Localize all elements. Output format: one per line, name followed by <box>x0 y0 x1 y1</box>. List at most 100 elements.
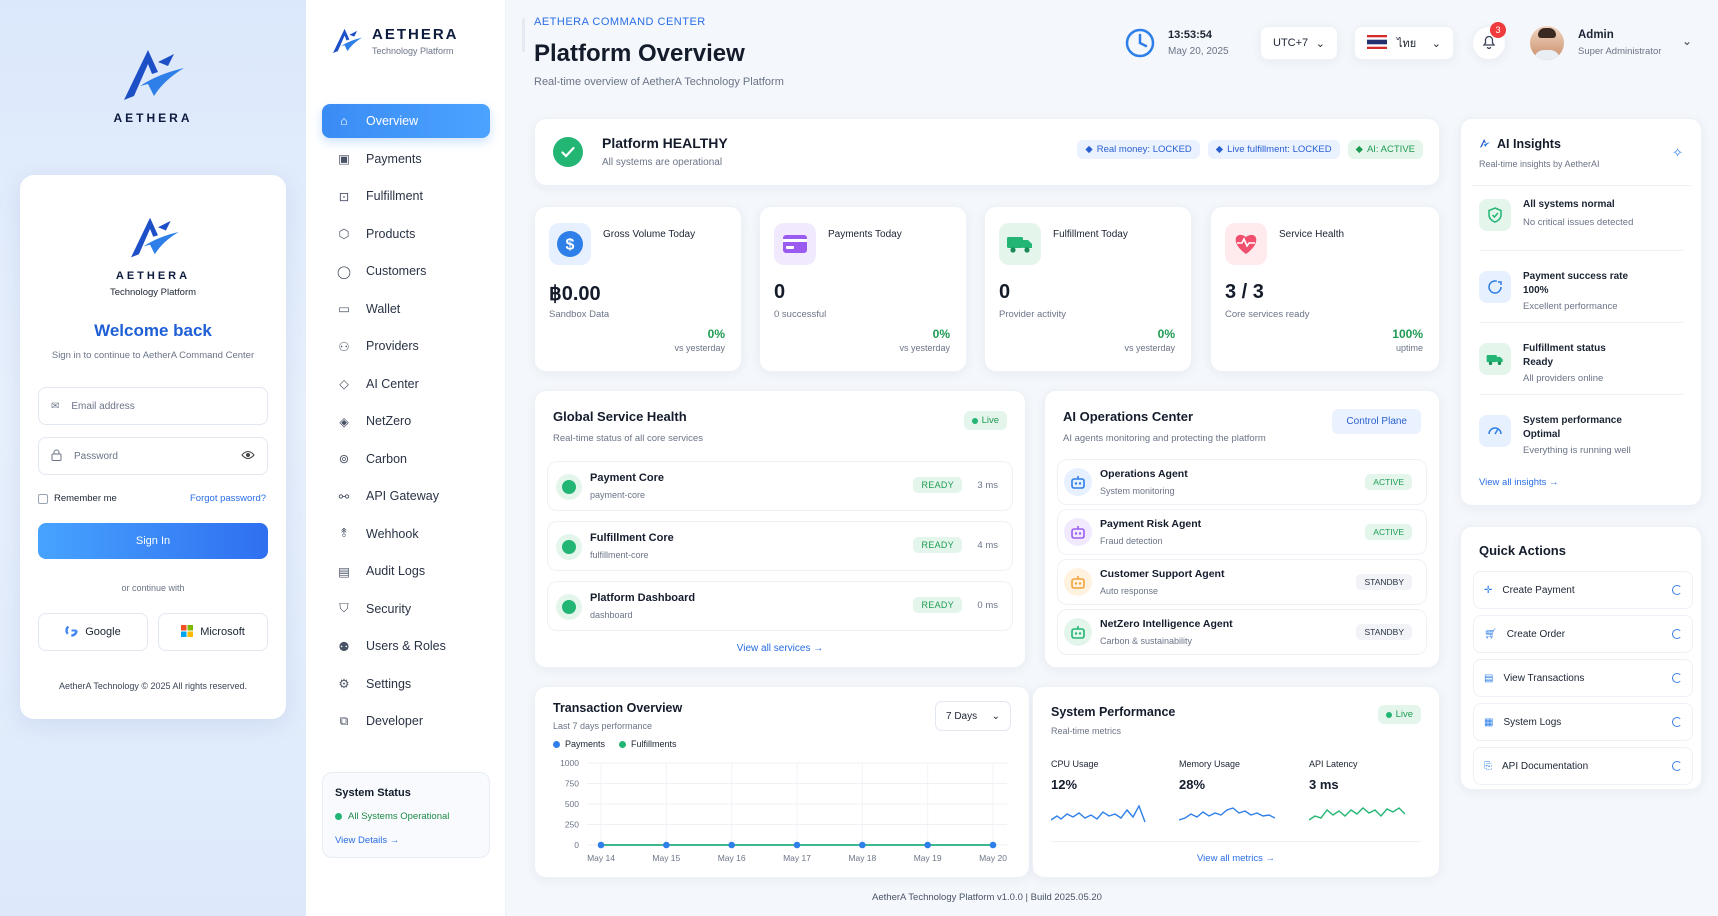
sidebar-item-payments[interactable]: ▣ Payments <box>322 142 490 176</box>
sidebar-item-developer[interactable]: ⧉ Developer <box>322 704 490 738</box>
sidebar-item-fulfillment[interactable]: ⊡ Fulfillment <box>322 179 490 213</box>
x-tick-label: May 16 <box>718 853 746 863</box>
google-button[interactable]: Google <box>38 613 148 651</box>
sidebar-item-label: Carbon <box>366 451 407 466</box>
sidebar-item-users-roles[interactable]: ⚉ Users & Roles <box>322 629 490 663</box>
insight-item[interactable]: Fulfillment status Ready All providers o… <box>1479 329 1683 395</box>
stat-change-sub: uptime <box>1395 343 1423 353</box>
live-dot-icon <box>1385 711 1392 718</box>
sidebar-item-ai-center[interactable]: ◇ AI Center <box>322 367 490 401</box>
service-latency: 4 ms <box>977 540 998 551</box>
system-logs-button[interactable]: ▦ System Logs <box>1473 703 1693 741</box>
stat-value: 0 <box>999 281 1011 303</box>
view-all-metrics-link[interactable]: View all metrics → <box>1033 853 1439 864</box>
create-payment-button[interactable]: ✛ Create Payment <box>1473 571 1693 609</box>
ai-active-text: AI: ACTIVE <box>1366 144 1415 155</box>
insight-item[interactable]: System performance Optimal Everything is… <box>1479 401 1683 467</box>
agent-row[interactable]: Customer Support Agent Auto response STA… <box>1057 559 1427 605</box>
view-transactions-button[interactable]: ▤ View Transactions <box>1473 659 1693 697</box>
create-order-button[interactable]: 🛒︎ Create Order <box>1473 615 1693 653</box>
arrow-right-icon: → <box>1549 477 1559 488</box>
insight-item[interactable]: All systems normal No critical issues de… <box>1479 185 1683 251</box>
insight-title: Payment success rate <box>1523 271 1629 282</box>
agent-row[interactable]: Payment Risk Agent Fraud detection ACTIV… <box>1057 509 1427 555</box>
sidebar-item-wallet[interactable]: ▭ Wallet <box>322 292 490 326</box>
sign-in-button[interactable]: Sign In <box>38 523 268 559</box>
service-name: Platform Dashboard <box>590 592 696 604</box>
ai-insights-card: AI Insights Real-time insights by Aether… <box>1460 118 1702 506</box>
email-field[interactable]: ✉ Email address <box>38 387 268 425</box>
sidebar-item-security[interactable]: ⛉ Security <box>322 592 490 626</box>
ai-insights-title: AI Insights <box>1479 137 1561 151</box>
stat-label: Service Health <box>1279 229 1345 240</box>
sidebar: AETHERA Technology Platform ⌂ Overview ▣ Pa… <box>306 0 506 916</box>
sidebar-item-providers[interactable]: ⚇ Providers <box>322 329 490 363</box>
remember-checkbox[interactable] <box>38 493 48 504</box>
chart-legend: Payments Fulfillments <box>553 739 677 749</box>
remember-me[interactable]: Remember me <box>38 493 117 504</box>
status-badge: READY <box>913 537 962 553</box>
book-icon: ⎘ <box>1484 760 1492 772</box>
data-point <box>663 841 670 849</box>
action-label: View Transactions <box>1503 672 1585 684</box>
sparkle-icon[interactable]: ✧ <box>1672 145 1683 161</box>
google-icon <box>65 624 78 640</box>
ai-ops-title: AI Operations Center <box>1063 409 1194 424</box>
service-row[interactable]: Fulfillment Core fulfillment-core READY … <box>547 521 1013 571</box>
users-icon: ⚉ <box>338 639 350 654</box>
divider <box>1051 841 1421 842</box>
remember-label: Remember me <box>54 493 117 504</box>
range-value: 7 Days <box>946 710 978 722</box>
timezone-select[interactable]: UTC+7 ⌄ <box>1260 26 1338 60</box>
legend-fulfillments-label: Fulfillments <box>631 739 677 749</box>
insight-item[interactable]: Payment success rate 100% Excellent perf… <box>1479 257 1683 323</box>
y-tick-label: 0 <box>574 840 579 850</box>
view-all-services-link[interactable]: View all services → <box>535 643 1025 654</box>
page-subtitle: Real-time overview of AetherA Technology… <box>534 76 784 88</box>
sidebar-item-netzero[interactable]: ◈ NetZero <box>322 404 490 438</box>
control-plane-button[interactable]: Control Plane <box>1332 409 1421 434</box>
welcome-heading: Welcome back <box>94 321 212 340</box>
user-role: Super Administrator <box>1578 46 1662 57</box>
stat-sub: 0 successful <box>774 309 827 320</box>
password-field[interactable]: Password <box>38 437 268 475</box>
providers-icon: ⚇ <box>338 339 350 354</box>
system-status-title: System Status <box>335 787 411 799</box>
service-row[interactable]: Platform Dashboard dashboard READY 0 ms <box>547 581 1013 631</box>
sidebar-item-carbon[interactable]: ⊚ Carbon <box>322 442 490 476</box>
chevron-down-icon: ⌄ <box>991 710 1000 722</box>
avatar[interactable] <box>1530 26 1564 60</box>
forgot-password-link[interactable]: Forgot password? <box>190 493 266 504</box>
legend-dot-icon <box>553 740 560 748</box>
aethera-logo-icon <box>126 213 182 259</box>
sidebar-item-settings[interactable]: ⚙ Settings <box>322 667 490 701</box>
legend-dot-icon <box>619 740 627 748</box>
view-all-insights-link[interactable]: View all insights → <box>1479 477 1559 488</box>
system-status-card: System Status All Systems Operational Vi… <box>322 772 490 858</box>
sidebar-item-audit-logs[interactable]: ▤ Audit Logs <box>322 554 490 588</box>
sidebar-item-products[interactable]: ⬡ Products <box>322 217 490 251</box>
live-fulfillment-text: Live fulfillment: LOCKED <box>1227 144 1332 155</box>
sidebar-item-api-gateway[interactable]: ⚯ API Gateway <box>322 479 490 513</box>
range-select[interactable]: 7 Days ⌄ <box>935 701 1011 731</box>
view-details-link[interactable]: View Details → <box>335 835 399 846</box>
eye-icon[interactable] <box>241 450 255 463</box>
real-money-badge: ◆ Real money: LOCKED <box>1077 140 1200 159</box>
list-icon: ▦ <box>1484 716 1494 728</box>
card-brand-sub: Technology Platform <box>109 287 197 298</box>
action-label: Create Payment <box>1502 584 1575 596</box>
sidebar-item-label: Providers <box>366 339 419 353</box>
agent-row[interactable]: NetZero Intelligence Agent Carbon & sust… <box>1057 609 1427 655</box>
microsoft-button[interactable]: Microsoft <box>158 613 268 651</box>
sidebar-item-label: Settings <box>366 676 412 691</box>
sidebar-item-wehhook[interactable]: ⥉ Wehhook <box>322 517 490 551</box>
sidebar-item-overview[interactable]: ⌂ Overview <box>322 104 490 138</box>
sidebar-item-customers[interactable]: ◯ Customers <box>322 254 490 288</box>
language-select[interactable]: ไทย ⌄ <box>1354 26 1454 60</box>
data-point <box>793 841 801 849</box>
agent-row[interactable]: Operations Agent System monitoring ACTIV… <box>1057 459 1427 505</box>
user-menu-chevron-icon[interactable]: ⌄ <box>1682 34 1692 48</box>
insight-value: Ready <box>1523 357 1554 368</box>
api-documentation-button[interactable]: ⎘ API Documentation <box>1473 747 1693 785</box>
service-row[interactable]: Payment Core payment-core READY 3 ms <box>547 461 1013 511</box>
